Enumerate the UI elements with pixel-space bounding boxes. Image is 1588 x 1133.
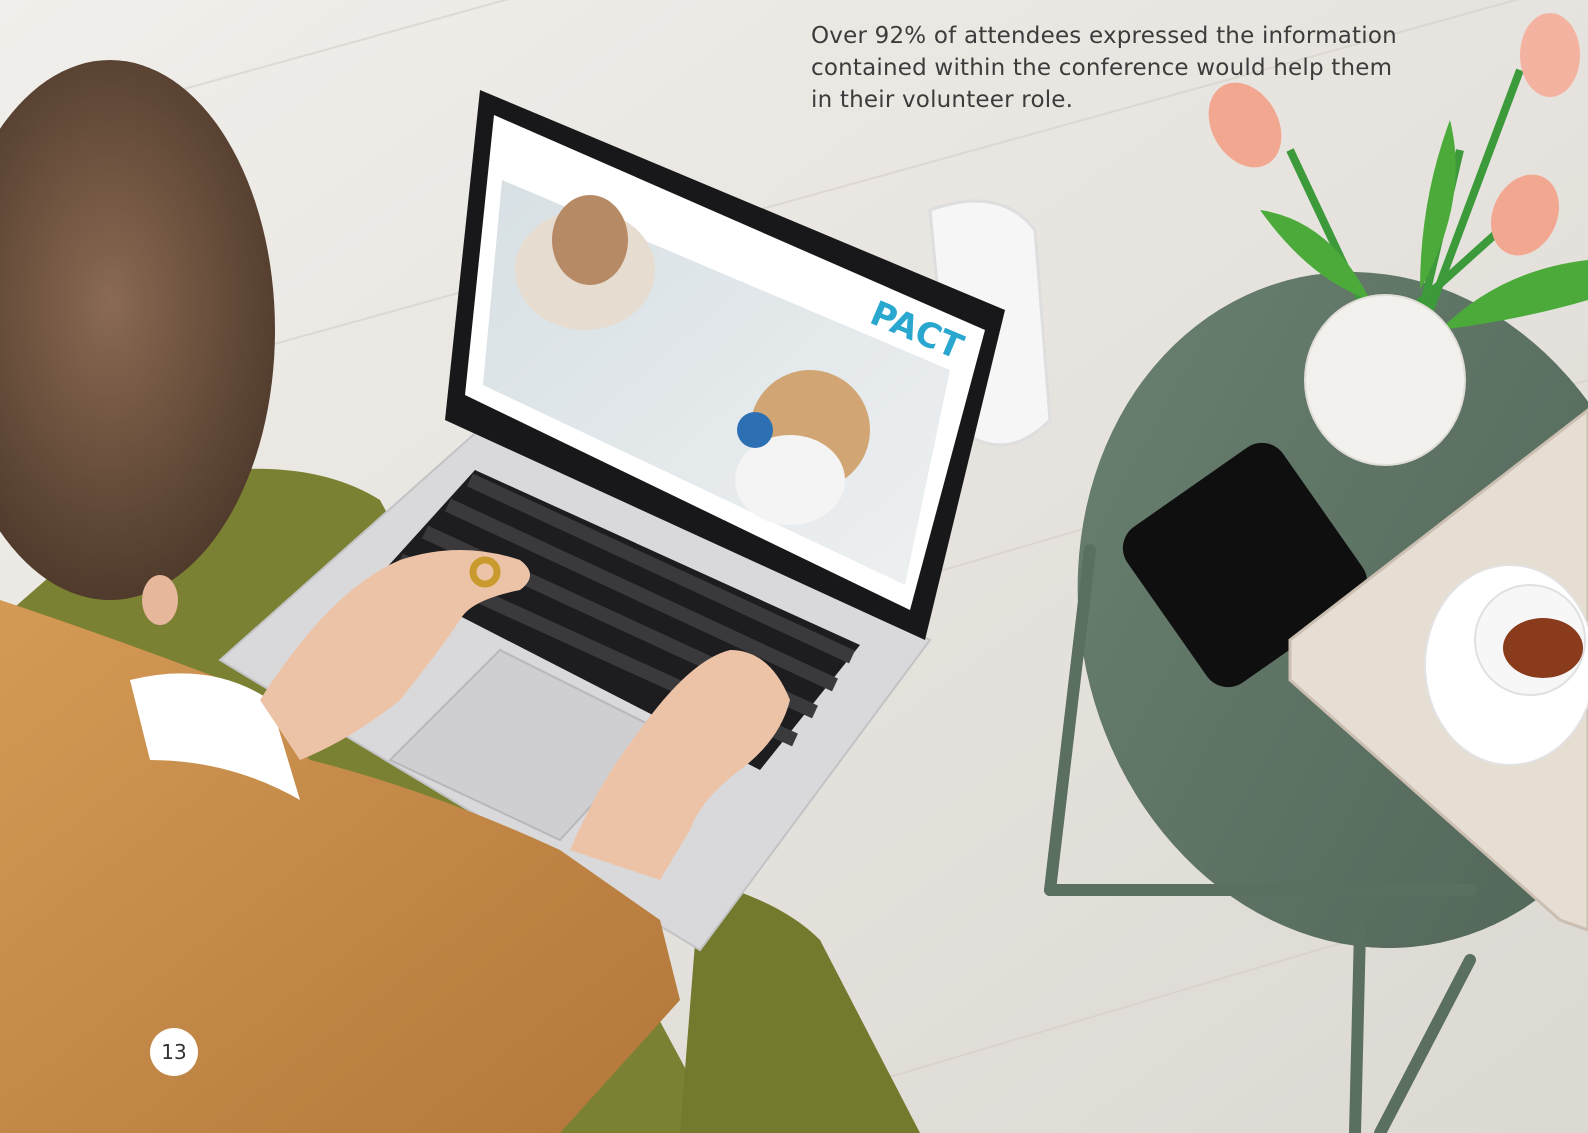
tea — [1503, 618, 1583, 678]
vase — [1304, 294, 1466, 466]
caption-line-1: Over 92% of attendees expressed the info… — [811, 23, 1397, 49]
caption-line-3: in their volunteer role. — [811, 87, 1074, 113]
page-number-badge: 13 — [150, 1028, 198, 1076]
page-number: 13 — [161, 1040, 187, 1064]
photo-scene: PACT — [0, 0, 1588, 1133]
woman-ear — [142, 575, 178, 625]
screen-teddy — [735, 435, 845, 525]
caption-line-2: contained within the conference would he… — [811, 55, 1393, 81]
caption-text: Over 92% of attendees expressed the info… — [811, 20, 1451, 116]
